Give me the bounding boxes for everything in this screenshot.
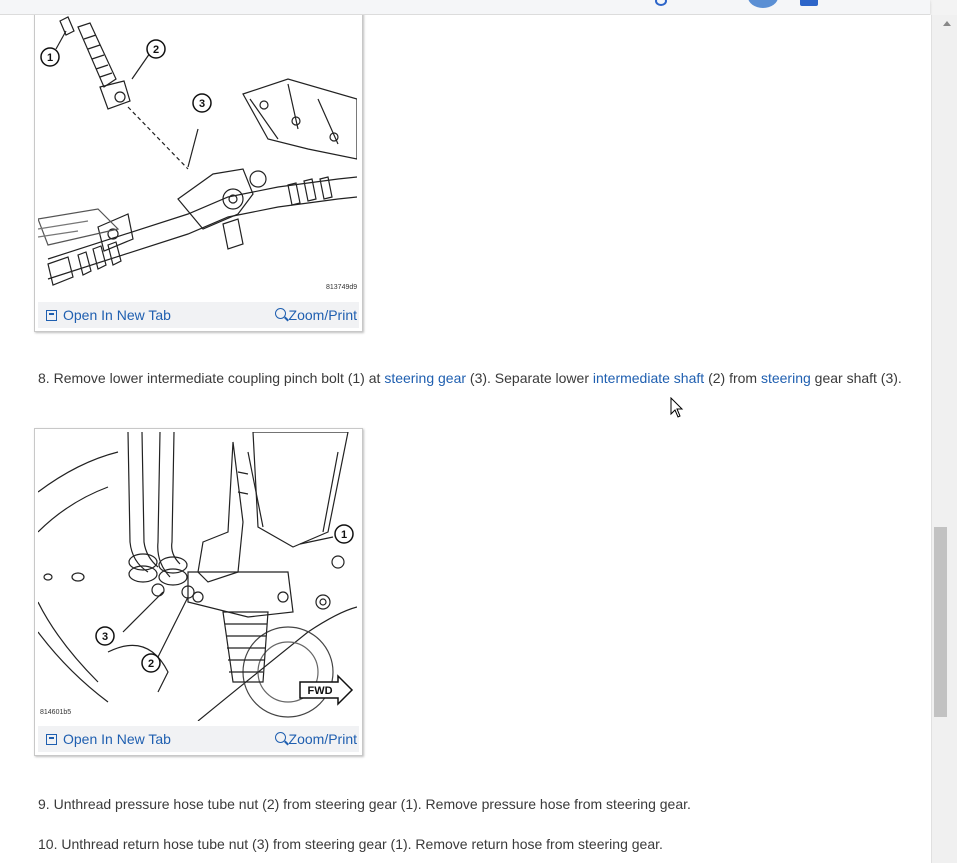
step-text: Unthread pressure hose tube nut (2) from… bbox=[53, 796, 691, 812]
top-toolbar bbox=[0, 0, 930, 15]
hose-diagram: 1 2 3 FWD 814601b5 bbox=[38, 432, 357, 721]
callout-2: 2 bbox=[148, 658, 154, 670]
intermediate-shaft-link[interactable]: intermediate shaft bbox=[593, 370, 704, 386]
vertical-scrollbar[interactable] bbox=[931, 15, 957, 863]
callout-2: 2 bbox=[153, 44, 159, 56]
open-in-new-tab-label: Open In New Tab bbox=[63, 731, 171, 747]
step-text: gear shaft (3). bbox=[814, 370, 902, 386]
zoom-print-button[interactable]: Zoom/Print bbox=[274, 307, 357, 323]
scrollbar-thumb[interactable] bbox=[934, 527, 947, 717]
zoom-print-label: Zoom/Print bbox=[288, 731, 357, 747]
scroll-up-icon[interactable] bbox=[943, 21, 951, 26]
step-number: 10. bbox=[38, 836, 58, 852]
zoom-print-button[interactable]: Zoom/Print bbox=[274, 731, 357, 747]
open-in-new-tab-icon bbox=[46, 733, 57, 745]
steering-shaft-diagram: 1 2 3 813749d9 bbox=[38, 16, 357, 291]
step-text: (2) from bbox=[708, 370, 758, 386]
open-in-new-tab-button[interactable]: Open In New Tab bbox=[46, 307, 171, 323]
zoom-icon bbox=[274, 731, 286, 743]
step-9: 9. Unthread pressure hose tube nut (2) f… bbox=[38, 796, 691, 812]
step-number: 9. bbox=[38, 796, 50, 812]
avatar[interactable] bbox=[748, 0, 778, 8]
account-icon[interactable] bbox=[800, 0, 818, 6]
zoom-print-label: Zoom/Print bbox=[288, 307, 357, 323]
callout-3: 3 bbox=[102, 631, 108, 643]
fwd-label: FWD bbox=[307, 685, 332, 697]
image-code: 813749d9 bbox=[326, 284, 357, 291]
figure-toolbar: Open In New Tab Zoom/Print bbox=[38, 726, 359, 752]
steering-gear-link[interactable]: steering gear bbox=[384, 370, 466, 386]
callout-3: 3 bbox=[199, 98, 205, 110]
diagram-image: 1 2 3 FWD 814601b5 bbox=[38, 432, 357, 721]
figure-814601b5: 1 2 3 FWD 814601b5 Open In New Tab Zoom/… bbox=[34, 428, 363, 756]
callout-1: 1 bbox=[47, 52, 53, 64]
figure-813749d9: 1 2 3 813749d9 Open In New Tab Zoom/Prin… bbox=[34, 15, 363, 332]
step-10: 10. Unthread return hose tube nut (3) fr… bbox=[38, 836, 663, 852]
step-text: (3). Separate lower bbox=[469, 370, 589, 386]
step-8: 8. Remove lower intermediate coupling pi… bbox=[38, 370, 902, 386]
steering-link[interactable]: steering bbox=[761, 370, 811, 386]
zoom-icon bbox=[274, 307, 286, 319]
open-in-new-tab-label: Open In New Tab bbox=[63, 307, 171, 323]
image-code: 814601b5 bbox=[40, 709, 71, 716]
callout-1: 1 bbox=[341, 529, 347, 541]
cursor-icon bbox=[670, 397, 684, 418]
figure-toolbar: Open In New Tab Zoom/Print bbox=[38, 302, 359, 328]
step-text: Remove lower intermediate coupling pinch… bbox=[53, 370, 381, 386]
diagram-image: 1 2 3 813749d9 bbox=[38, 15, 357, 299]
step-number: 8. bbox=[38, 370, 50, 386]
article-content: 1 2 3 813749d9 Open In New Tab Zoom/Prin… bbox=[0, 15, 931, 863]
open-in-new-tab-icon bbox=[46, 309, 57, 321]
step-text: Unthread return hose tube nut (3) from s… bbox=[61, 836, 663, 852]
open-in-new-tab-button[interactable]: Open In New Tab bbox=[46, 731, 171, 747]
search-icon[interactable] bbox=[655, 0, 667, 6]
